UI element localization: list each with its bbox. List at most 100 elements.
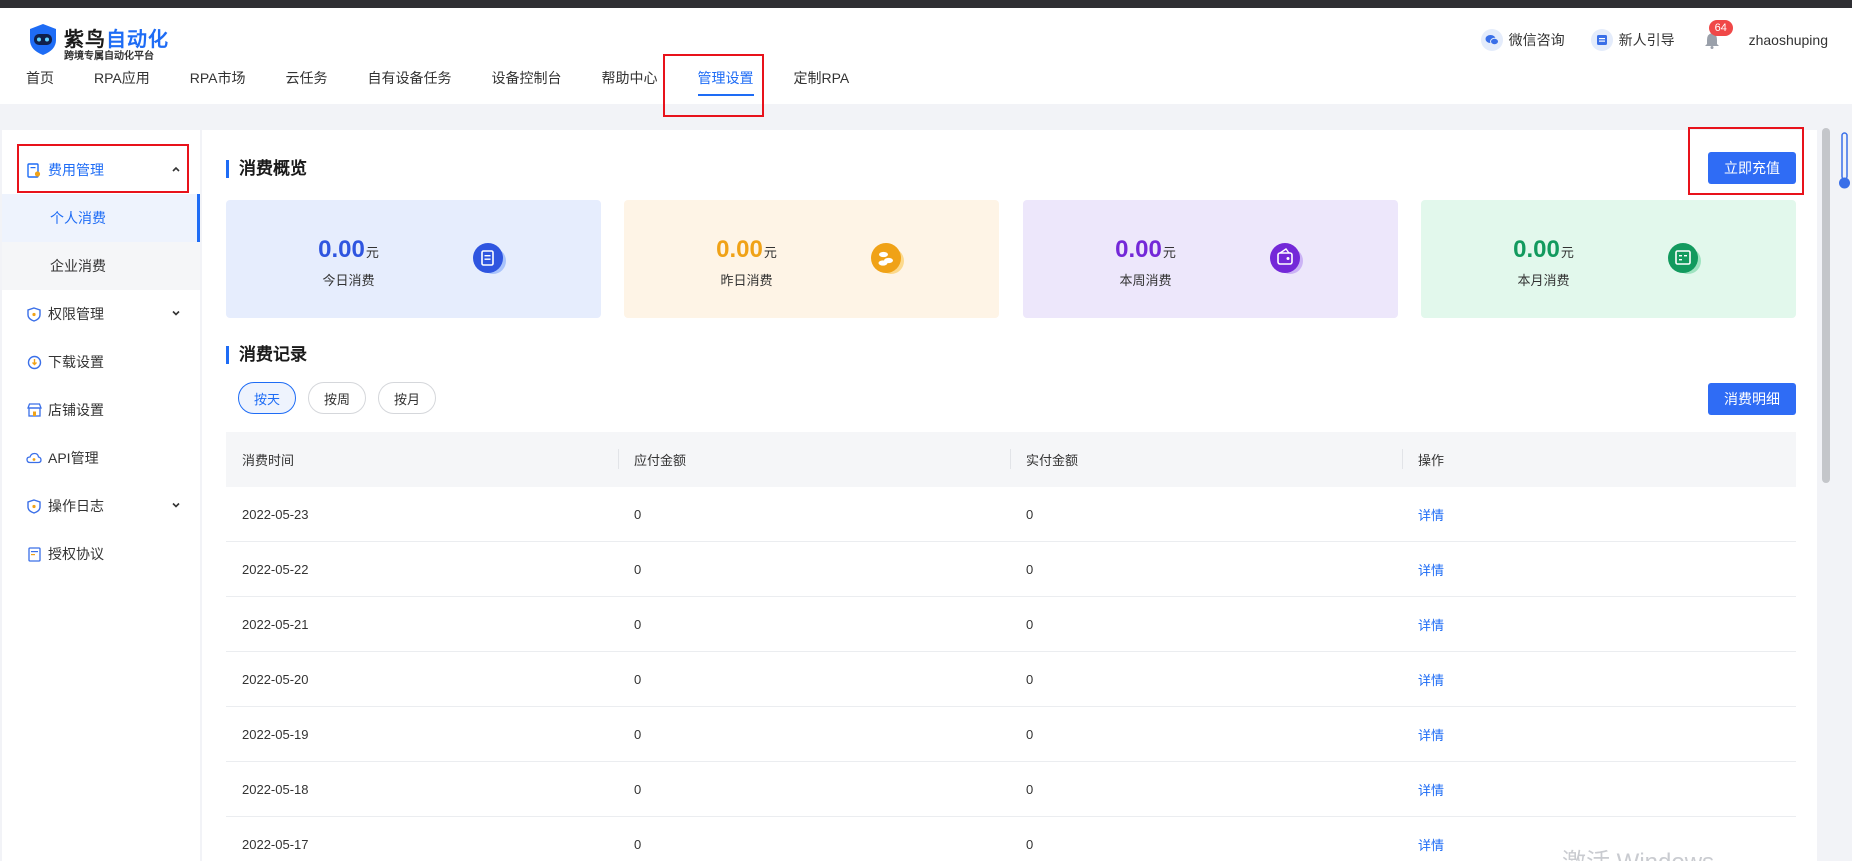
card-this-week: 0.00元 本周消费 — [1023, 200, 1398, 318]
nav-help-center[interactable]: 帮助中心 — [602, 66, 658, 104]
card-today: 0.00元 今日消费 — [226, 200, 601, 318]
sidebar-item-operation-log[interactable]: 操作日志 — [2, 482, 200, 530]
card-amount: 0.00元 — [226, 236, 471, 264]
cell-payable: 0 — [634, 506, 642, 522]
agreement-doc-icon — [26, 546, 42, 562]
cell-date: 2022-05-22 — [242, 561, 309, 577]
chevron-down-icon — [172, 310, 180, 316]
nav-cloud-tasks[interactable]: 云任务 — [286, 66, 328, 104]
sidebar-item-fee-management[interactable]: 费用管理 — [2, 146, 200, 194]
recharge-button[interactable]: 立即充值 — [1708, 152, 1796, 184]
chevron-down-icon — [172, 502, 180, 508]
tab-by-week[interactable]: 按周 — [308, 382, 367, 414]
card-amount: 0.00元 — [624, 236, 869, 264]
page-scrollbar[interactable] — [1822, 128, 1830, 483]
robot-logo-icon — [30, 24, 56, 55]
tab-by-month[interactable]: 按月 — [378, 382, 437, 414]
store-icon — [26, 402, 42, 418]
header: 紫鸟自动化 跨境专属自动化平台 微信咨询 新人引导 64 zhaoshuping… — [0, 8, 1852, 104]
cell-payable: 0 — [634, 781, 642, 797]
cell-payable: 0 — [634, 836, 642, 852]
column-header: 应付金额 — [618, 432, 1010, 487]
card-value: 0.00 — [1513, 236, 1560, 263]
cell-payable: 0 — [634, 561, 642, 577]
details-link[interactable]: 详情 — [1418, 618, 1444, 633]
username[interactable]: zhaoshuping — [1749, 32, 1828, 48]
cell-paid: 0 — [1026, 561, 1034, 577]
sidebar-item-label: 下载设置 — [48, 354, 104, 370]
card-label: 今日消费 — [322, 273, 375, 288]
sidebar-item-api-management[interactable]: API管理 — [2, 434, 200, 482]
notification-bell[interactable]: 64 — [1701, 20, 1733, 51]
nav-custom-rpa[interactable]: 定制RPA — [794, 66, 850, 104]
nav-management-settings[interactable]: 管理设置 — [697, 66, 754, 104]
main-content: 消费概览 立即充值 0.00元 今日消费 0.00元 昨日消费 0.00元 本周… — [202, 130, 1817, 861]
records-title: 消费记录 — [226, 346, 307, 364]
card-amount: 0.00元 — [1023, 236, 1268, 264]
table-row: 2022-05-22 0 0 详情 — [226, 542, 1796, 597]
wechat-consult-label: 微信咨询 — [1508, 32, 1565, 48]
guide-book-icon — [1590, 29, 1613, 51]
cell-date: 2022-05-21 — [242, 616, 309, 632]
top-nav: 首页 RPA应用 RPA市场 云任务 自有设备任务 设备控制台 帮助中心 管理设… — [26, 66, 889, 104]
logo[interactable]: 紫鸟自动化 跨境专属自动化平台 — [26, 16, 186, 62]
cloud-icon — [26, 450, 42, 466]
overview-title: 消费概览 — [226, 160, 307, 178]
card-this-month: 0.00元 本月消费 — [1421, 200, 1796, 318]
cell-paid: 0 — [1026, 726, 1034, 742]
nav-home[interactable]: 首页 — [26, 66, 54, 104]
window-top-strip — [0, 0, 1852, 8]
table-row: 2022-05-18 0 0 详情 — [226, 762, 1796, 817]
details-link[interactable]: 详情 — [1418, 673, 1444, 688]
thermometer-icon — [1839, 132, 1850, 189]
nav-rpa-market[interactable]: RPA市场 — [190, 66, 246, 104]
windows-activation-watermark: 激活 Windows — [1562, 842, 1714, 861]
sidebar-item-personal-consumption[interactable]: 个人消费 — [2, 194, 200, 242]
download-circle-icon — [26, 354, 42, 370]
nav-own-device-tasks[interactable]: 自有设备任务 — [368, 66, 452, 104]
sidebar: 费用管理 个人消费 企业消费 权限管理 下载设置 店铺设置 API管理 操作日志 — [2, 130, 200, 861]
cell-date: 2022-05-19 — [242, 726, 309, 742]
sidebar-item-enterprise-consumption[interactable]: 企业消费 — [2, 242, 200, 290]
wallet-icon — [1270, 243, 1303, 274]
cell-date: 2022-05-17 — [242, 836, 309, 852]
sidebar-item-shop-settings[interactable]: 店铺设置 — [2, 386, 200, 434]
consumption-detail-button[interactable]: 消费明细 — [1708, 383, 1796, 415]
table-row: 2022-05-17 0 0 详情 — [226, 817, 1796, 861]
shield-icon — [26, 306, 42, 322]
details-link[interactable]: 详情 — [1418, 728, 1444, 743]
cell-date: 2022-05-18 — [242, 781, 309, 797]
card-value: 0.00 — [318, 236, 365, 263]
details-link[interactable]: 详情 — [1418, 783, 1444, 798]
card-label: 本周消费 — [1119, 273, 1172, 288]
cell-payable: 0 — [634, 726, 642, 742]
sidebar-item-label: 操作日志 — [48, 498, 104, 514]
sidebar-item-permission-management[interactable]: 权限管理 — [2, 290, 200, 338]
details-link[interactable]: 详情 — [1418, 838, 1444, 853]
table-row: 2022-05-20 0 0 详情 — [226, 652, 1796, 707]
card-label: 昨日消费 — [720, 273, 773, 288]
cell-date: 2022-05-23 — [242, 506, 309, 522]
receipt-icon — [26, 162, 42, 178]
new-user-guide-link[interactable]: 新人引导 — [1590, 29, 1675, 51]
wechat-consult-link[interactable]: 微信咨询 — [1480, 29, 1565, 51]
nav-device-console[interactable]: 设备控制台 — [492, 66, 562, 104]
sidebar-item-download-settings[interactable]: 下载设置 — [2, 338, 200, 386]
nav-rpa-apps[interactable]: RPA应用 — [94, 66, 150, 104]
cell-paid: 0 — [1026, 616, 1034, 632]
table-row: 2022-05-23 0 0 详情 — [226, 487, 1796, 542]
sidebar-item-label: 费用管理 — [48, 162, 104, 178]
column-header: 实付金额 — [1010, 432, 1402, 487]
tab-by-day[interactable]: 按天 — [238, 382, 297, 414]
cell-payable: 0 — [634, 616, 642, 632]
column-header: 消费时间 — [242, 453, 295, 468]
details-link[interactable]: 详情 — [1418, 508, 1444, 523]
cell-paid: 0 — [1026, 781, 1034, 797]
details-link[interactable]: 详情 — [1418, 563, 1444, 578]
calendar-money-icon — [1668, 243, 1701, 274]
cell-paid: 0 — [1026, 671, 1034, 687]
consumption-table: 消费时间 应付金额 实付金额 操作 2022-05-23 0 0 详情 2022… — [226, 432, 1796, 861]
table-header: 消费时间 应付金额 实付金额 操作 — [226, 432, 1796, 487]
sidebar-item-authorization-agreement[interactable]: 授权协议 — [2, 530, 200, 578]
sidebar-item-label: API管理 — [48, 450, 99, 466]
